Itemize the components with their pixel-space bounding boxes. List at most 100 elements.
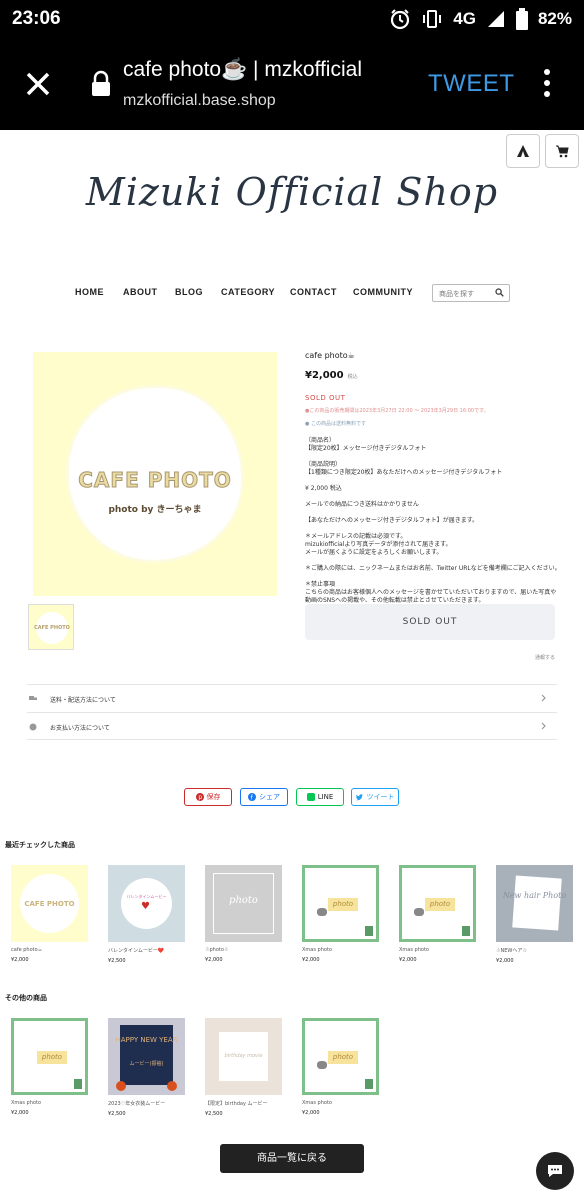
card-price: ¥2,500 (205, 1111, 223, 1117)
facebook-icon: f (248, 793, 256, 801)
close-icon[interactable] (18, 64, 58, 104)
thumbnail-title: CAFE PHOTO (34, 625, 70, 631)
line-icon (306, 793, 315, 801)
save-label: 保存 (206, 793, 221, 801)
card-image-text: photo (328, 898, 358, 911)
chat-button[interactable] (536, 1152, 574, 1190)
nav-category[interactable]: CATEGORY (221, 287, 275, 297)
page-title: cafe photo☕ | mzkofficial (123, 58, 362, 81)
other-card[interactable]: birthday movie 【限定】birthday ムービー ¥2,500 (205, 1018, 282, 1117)
twitter-share-button[interactable]: ツイート (351, 788, 399, 806)
shop-logo[interactable]: Mizuki Official Shop (0, 170, 584, 214)
recent-card-image: photo (399, 865, 476, 942)
tent-icon (517, 145, 529, 157)
accordion-shipping-label: 送料・配送方法について (50, 697, 116, 704)
card-name: ☃photo☃ (205, 947, 229, 953)
card-image-text: New hair Photo (502, 891, 567, 900)
card-price: ¥2,000 (302, 1110, 320, 1116)
payment-icon (29, 723, 37, 731)
accordion-payment[interactable]: お支払い方法について (27, 712, 557, 740)
facebook-share-button[interactable]: f シェア (240, 788, 288, 806)
card-price: ¥2,000 (399, 957, 417, 963)
recent-card-image: バレンタインムービー ♥ (108, 865, 185, 942)
status-icons: 4G 82% (389, 8, 572, 30)
product-name: cafe photo☕ (305, 351, 355, 360)
search-icon[interactable] (495, 288, 504, 297)
product-thumbnail[interactable]: CAFE PHOTO (28, 604, 74, 650)
soldout-button[interactable]: SOLD OUT (305, 604, 555, 640)
report-link[interactable]: 通報する (535, 654, 555, 661)
tax-label: 税込 (347, 374, 358, 380)
card-name: Xmas photo (11, 1100, 41, 1106)
card-name: Xmas photo (302, 1100, 332, 1106)
product-price: ¥2,000 税込 (305, 370, 358, 381)
nav-contact[interactable]: CONTACT (290, 287, 337, 297)
recent-card-image: CAFE PHOTO (11, 865, 88, 942)
shipping-note: ● この商品は送料無料です (305, 421, 366, 427)
card-name: 【限定】birthday ムービー (205, 1101, 268, 1107)
line-share-button[interactable]: LINE (296, 788, 344, 806)
other-card[interactable]: photo Xmas photo ¥2,000 (302, 1018, 379, 1116)
card-name: 2023♡年女衣装ムービー (108, 1101, 166, 1107)
other-card-image: photo (11, 1018, 88, 1095)
product-description: （商品名） 【限定20枚】メッセージ付きデジタルフォト （商品説明） 【1種類に… (305, 437, 561, 612)
card-price: ¥2,500 (108, 1111, 126, 1117)
browser-bar: cafe photo☕ | mzkofficial mzkofficial.ba… (0, 40, 584, 130)
price-value: ¥2,000 (305, 370, 344, 381)
card-name: ☃NEWヘア☃ (496, 948, 527, 954)
card-name: Xmas photo (302, 947, 332, 953)
lock-icon (92, 70, 110, 96)
search-input[interactable]: 商品を探す (432, 284, 510, 302)
card-image-text: birthday movie (224, 1053, 263, 1059)
card-price: ¥2,000 (496, 958, 514, 964)
search-placeholder: 商品を探す (439, 290, 474, 298)
recent-section-title: 最近チェックした商品 (5, 841, 75, 849)
recent-card[interactable]: バレンタインムービー ♥ バレンタインムービー❤️ ¥2,500 (108, 865, 185, 964)
share-label: シェア (259, 793, 280, 801)
card-image-text: photo (37, 1051, 67, 1064)
signal-icon (487, 11, 504, 27)
status-bar: 23:06 4G 82% (0, 0, 584, 40)
card-name: バレンタインムービー❤️ (108, 948, 165, 954)
cart-button[interactable] (545, 134, 579, 168)
other-card-image: photo (302, 1018, 379, 1095)
card-image-text: photo (328, 1051, 358, 1064)
card-price: ¥2,000 (302, 957, 320, 963)
cart-icon (556, 145, 569, 158)
sale-period: ●この商品の販売期間は2023年3月27日 22:00 〜 2023年3月29日… (305, 408, 489, 414)
shipping-note-text: この商品は送料無料です (310, 421, 366, 427)
heart-icon: ♥ (141, 901, 150, 912)
truck-icon (29, 696, 37, 700)
other-card[interactable]: photo Xmas photo ¥2,000 (11, 1018, 88, 1116)
battery-icon (515, 8, 528, 30)
product-main-image[interactable]: CAFE PHOTO photo by きーちゃま (33, 352, 277, 596)
other-card[interactable]: HAPPY NEW YEAR ムービー(振袖) 2023♡年女衣装ムービー ¥2,… (108, 1018, 185, 1117)
nav-about[interactable]: ABOUT (123, 287, 158, 297)
card-image-subtext: ムービー(振袖) (129, 1061, 164, 1067)
back-to-list-button[interactable]: 商品一覧に戻る (220, 1144, 364, 1173)
other-card-image: birthday movie (205, 1018, 282, 1095)
tweet-button[interactable]: TWEET (428, 70, 515, 98)
card-image-text: photo (425, 898, 455, 911)
recent-card[interactable]: photo Xmas photo ¥2,000 (399, 865, 476, 963)
alarm-icon (391, 9, 410, 30)
page-url[interactable]: mzkofficial.base.shop (123, 92, 276, 110)
recent-card-image: photo (302, 865, 379, 942)
recent-card-image: photo (205, 865, 282, 942)
nav-community[interactable]: COMMUNITY (353, 287, 413, 297)
accordion-shipping[interactable]: 送料・配送方法について (27, 684, 557, 712)
card-price: ¥2,500 (108, 958, 126, 964)
tweet-label: ツイート (366, 793, 395, 801)
image-title: CAFE PHOTO (78, 468, 232, 493)
image-byline: photo by きーちゃま (108, 505, 202, 515)
recent-card[interactable]: photo Xmas photo ¥2,000 (302, 865, 379, 963)
more-menu-icon[interactable] (536, 66, 558, 102)
card-name: cafe photo☕ (11, 947, 43, 953)
recent-card[interactable]: CAFE PHOTO cafe photo☕ ¥2,000 (11, 865, 88, 963)
nav-blog[interactable]: BLOG (175, 287, 203, 297)
nav-home[interactable]: HOME (75, 287, 104, 297)
recent-card[interactable]: photo ☃photo☃ ¥2,000 (205, 865, 282, 963)
shop-home-icon-button[interactable] (506, 134, 540, 168)
recent-card[interactable]: New hair Photo ☃NEWヘア☃ ¥2,000 (496, 865, 573, 964)
pinterest-save-button[interactable]: p 保存 (184, 788, 232, 806)
